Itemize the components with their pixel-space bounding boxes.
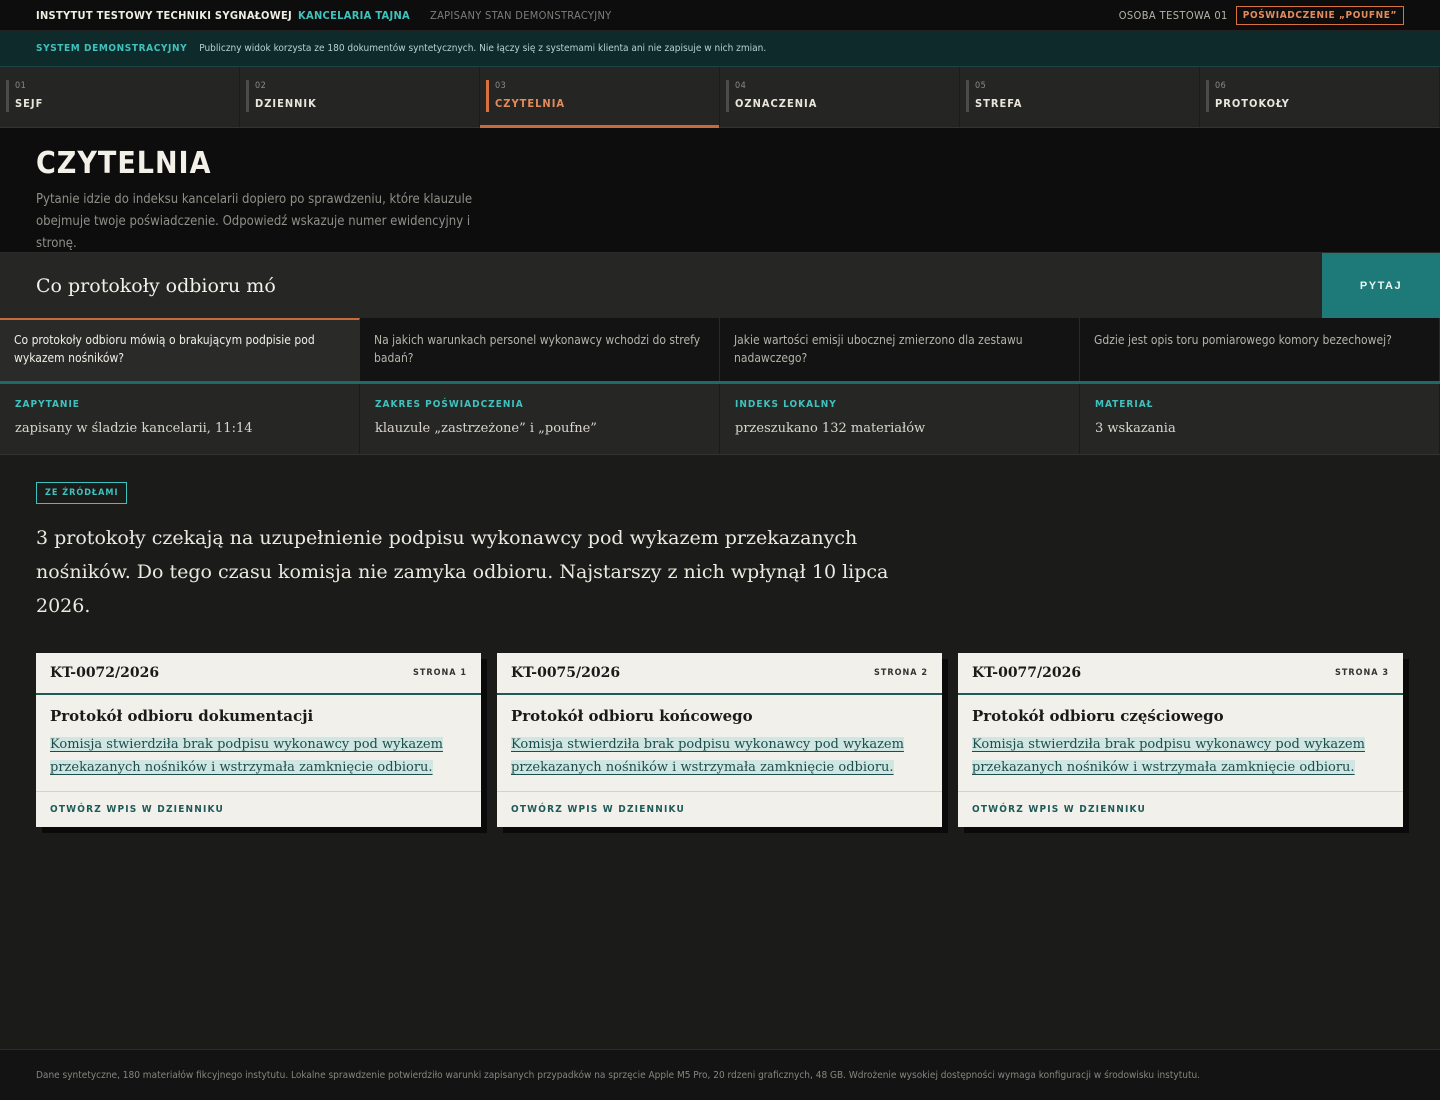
open-log-link[interactable]: OTWÓRZ WPIS W DZIENNIKU [511, 804, 685, 815]
document-title: Protokół odbioru dokumentacji [50, 707, 314, 725]
source-card: KT-0077/2026 STRONA 3 Protokół odbioru c… [958, 653, 1403, 827]
tab-number: 03 [495, 81, 507, 91]
query-bar: PYTAJ [0, 253, 1440, 318]
query-input[interactable] [0, 253, 1322, 318]
page-label: STRONA 1 [413, 668, 467, 678]
document-quote: Komisja stwierdziła brak podpisu wykonaw… [511, 733, 928, 779]
open-log-link[interactable]: OTWÓRZ WPIS W DZIENNIKU [972, 804, 1146, 815]
meta-scope: ZAKRES POŚWIADCZENIA klauzule „zastrzeżo… [360, 384, 720, 454]
document-title: Protokół odbioru końcowego [511, 707, 753, 725]
suggestion-list: Co protokoły odbioru mówią o brakującym … [0, 318, 1440, 384]
tab-label: OZNACZENIA [735, 97, 818, 110]
ask-button[interactable]: PYTAJ [1322, 253, 1440, 318]
card-footer: OTWÓRZ WPIS W DZIENNIKU [497, 791, 942, 827]
tab-czytelnia[interactable]: 03 CZYTELNIA [480, 67, 720, 128]
tab-label: PROTOKOŁY [1215, 97, 1290, 110]
meta-value: klauzule „zastrzeżone” i „poufne” [375, 421, 597, 436]
tab-label: STREFA [975, 97, 1023, 110]
tab-number: 01 [15, 81, 27, 91]
user-name[interactable]: OSOBA TESTOWA 01 [1119, 9, 1228, 22]
clearance-badge[interactable]: POŚWIADCZENIE „POUFNE” [1235, 5, 1404, 25]
quote-highlight[interactable]: Komisja stwierdziła brak podpisu wykonaw… [972, 737, 1365, 775]
organization-name: INSTYTUT TESTOWY TECHNIKI SYGNAŁOWEJ [36, 8, 293, 22]
demo-tag: SYSTEM DEMONSTRACYJNY [36, 43, 188, 54]
meta-key: ZAKRES POŚWIADCZENIA [375, 399, 524, 410]
state-label: ZAPISANY STAN DEMONSTRACYJNY [430, 8, 612, 22]
quote-highlight[interactable]: Komisja stwierdziła brak podpisu wykonaw… [50, 737, 443, 775]
tab-dziennik[interactable]: 02 DZIENNIK [240, 67, 480, 127]
page-title: CZYTELNIA [36, 146, 212, 181]
source-card: KT-0072/2026 STRONA 1 Protokół odbioru d… [36, 653, 481, 827]
meta-query: ZAPYTANIE zapisany w śladzie kancelarii,… [0, 384, 360, 454]
answer-section: ZE ŹRÓDŁAMI 3 protokoły czekają na uzupe… [0, 455, 1440, 827]
quote-highlight[interactable]: Komisja stwierdziła brak podpisu wykonaw… [511, 737, 904, 775]
main-tabs: 01 SEJF 02 DZIENNIK 03 CZYTELNIA 04 OZNA… [0, 67, 1440, 128]
document-quote: Komisja stwierdziła brak podpisu wykonaw… [972, 733, 1389, 779]
document-id: KT-0072/2026 [50, 665, 160, 681]
document-quote: Komisja stwierdziła brak podpisu wykonaw… [50, 733, 467, 779]
tab-number: 04 [735, 81, 747, 91]
suggestion-item[interactable]: Jakie wartości emisji ubocznej zmierzono… [720, 318, 1080, 381]
answer-text: 3 protokoły czekają na uzupełnienie podp… [36, 527, 889, 617]
tab-number: 02 [255, 81, 267, 91]
tab-label: CZYTELNIA [495, 97, 566, 110]
tab-label: SEJF [15, 97, 44, 110]
page-header: CZYTELNIA Pytanie idzie do indeksu kance… [0, 128, 1440, 253]
top-bar: INSTYTUT TESTOWY TECHNIKI SYGNAŁOWEJ KAN… [0, 0, 1440, 31]
query-meta: ZAPYTANIE zapisany w śladzie kancelarii,… [0, 384, 1440, 455]
page-footer: Dane syntetyczne, 180 materiałów fikcyjn… [0, 1049, 1440, 1100]
sources-badge: ZE ŹRÓDŁAMI [36, 482, 128, 504]
meta-value: 3 wskazania [1095, 421, 1176, 436]
meta-value: zapisany w śladzie kancelarii, 11:14 [15, 421, 253, 436]
meta-material: MATERIAŁ 3 wskazania [1080, 384, 1440, 454]
card-header: KT-0077/2026 STRONA 3 [958, 653, 1403, 695]
card-body: Protokół odbioru dokumentacji Komisja st… [36, 695, 481, 791]
source-card: KT-0075/2026 STRONA 2 Protokół odbioru k… [497, 653, 942, 827]
tab-label: DZIENNIK [255, 97, 317, 110]
card-footer: OTWÓRZ WPIS W DZIENNIKU [958, 791, 1403, 827]
card-footer: OTWÓRZ WPIS W DZIENNIKU [36, 791, 481, 827]
card-body: Protokół odbioru końcowego Komisja stwie… [497, 695, 942, 791]
suggestion-item[interactable]: Gdzie jest opis toru pomiarowego komory … [1080, 318, 1440, 381]
demo-message: Publiczny widok korzysta ze 180 dokument… [199, 43, 767, 54]
tab-oznaczenia[interactable]: 04 OZNACZENIA [720, 67, 960, 127]
tab-number: 06 [1215, 81, 1227, 91]
meta-key: MATERIAŁ [1095, 399, 1154, 410]
suggestion-item[interactable]: Co protokoły odbioru mówią o brakującym … [0, 318, 360, 381]
card-body: Protokół odbioru częściowego Komisja stw… [958, 695, 1403, 791]
office-name: KANCELARIA TAJNA [298, 8, 411, 22]
page-description: Pytanie idzie do indeksu kancelarii dopi… [36, 192, 473, 251]
meta-key: ZAPYTANIE [15, 399, 80, 410]
page-label: STRONA 2 [874, 668, 928, 678]
document-id: KT-0075/2026 [511, 665, 621, 681]
meta-value: przeszukano 132 materiałów [735, 421, 926, 436]
open-log-link[interactable]: OTWÓRZ WPIS W DZIENNIKU [50, 804, 224, 815]
document-title: Protokół odbioru częściowego [972, 707, 1224, 725]
tab-sejf[interactable]: 01 SEJF [0, 67, 240, 127]
suggestion-item[interactable]: Na jakich warunkach personel wykonawcy w… [360, 318, 720, 381]
footer-text: Dane syntetyczne, 180 materiałów fikcyjn… [36, 1069, 1201, 1081]
source-cards: KT-0072/2026 STRONA 1 Protokół odbioru d… [36, 653, 1404, 827]
tab-strefa[interactable]: 05 STREFA [960, 67, 1200, 127]
meta-index: INDEKS LOKALNY przeszukano 132 materiałó… [720, 384, 1080, 454]
meta-key: INDEKS LOKALNY [735, 399, 837, 410]
document-id: KT-0077/2026 [972, 665, 1082, 681]
card-header: KT-0075/2026 STRONA 2 [497, 653, 942, 695]
page-label: STRONA 3 [1335, 668, 1389, 678]
card-header: KT-0072/2026 STRONA 1 [36, 653, 481, 695]
tab-protokoly[interactable]: 06 PROTOKOŁY [1200, 67, 1440, 127]
demo-banner: SYSTEM DEMONSTRACYJNY Publiczny widok ko… [0, 31, 1440, 67]
tab-number: 05 [975, 81, 987, 91]
